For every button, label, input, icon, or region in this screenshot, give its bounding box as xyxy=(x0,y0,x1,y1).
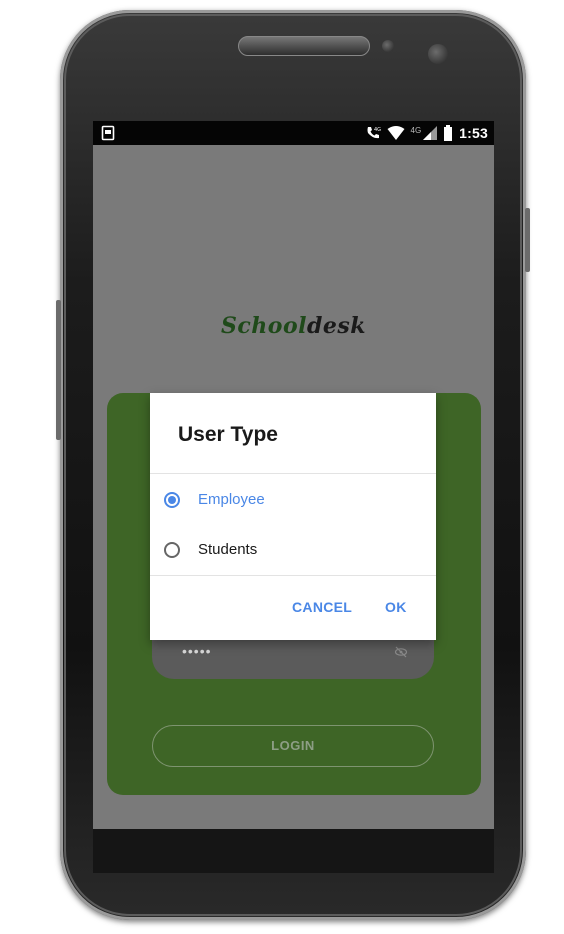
status-time: 1:53 xyxy=(459,125,488,141)
login-button[interactable]: LOGIN xyxy=(152,725,434,767)
front-camera xyxy=(428,44,448,64)
svg-text:4G: 4G xyxy=(374,127,381,133)
ok-button[interactable]: OK xyxy=(385,599,407,615)
cancel-button[interactable]: CANCEL xyxy=(292,599,352,615)
app-title-part2: desk xyxy=(306,313,366,339)
status-bar: 4G 4G 1:53 xyxy=(93,121,494,145)
option-students[interactable]: Students xyxy=(150,530,436,570)
volume-button xyxy=(56,300,61,440)
radio-unchecked-icon[interactable] xyxy=(164,542,180,558)
user-type-dialog: User Type Employee Students CANCEL OK xyxy=(150,393,436,640)
screenshot-icon xyxy=(101,125,115,141)
signal-icon xyxy=(423,126,438,140)
eye-off-icon[interactable] xyxy=(394,645,408,659)
radio-checked-icon[interactable] xyxy=(164,492,180,508)
screen: 4G 4G 1:53 Schooldesk ••••• LOGIN User T… xyxy=(93,121,494,829)
wifi-icon xyxy=(387,126,404,140)
dialog-title: User Type xyxy=(178,423,278,446)
stage: 4G 4G 1:53 Schooldesk ••••• LOGIN User T… xyxy=(0,0,564,934)
battery-icon xyxy=(444,125,453,141)
status-icons: 4G 4G 1:53 xyxy=(365,124,489,142)
app-title-part1: School xyxy=(221,313,307,339)
network-label: 4G xyxy=(410,125,422,135)
option-students-label: Students xyxy=(198,541,258,558)
dialog-divider-bottom xyxy=(150,575,436,576)
power-button xyxy=(525,208,530,272)
proximity-sensor xyxy=(382,40,394,52)
option-employee-label: Employee xyxy=(198,491,265,508)
dialog-divider-top xyxy=(150,473,436,474)
phone-chin xyxy=(93,829,494,873)
option-employee[interactable]: Employee xyxy=(150,480,436,520)
app-logo-title: Schooldesk xyxy=(93,313,494,339)
wifi-call-icon: 4G xyxy=(367,127,381,139)
password-value: ••••• xyxy=(182,643,212,659)
earpiece-speaker xyxy=(238,36,370,56)
